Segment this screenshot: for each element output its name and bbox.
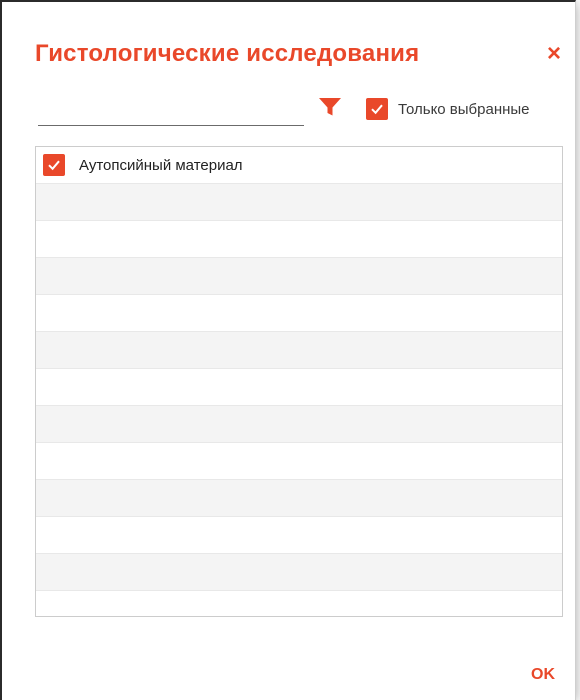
only-selected-checkbox[interactable] [366, 98, 388, 120]
empty-row [36, 406, 562, 443]
item-list: Аутопсийный материал [35, 146, 563, 617]
only-selected-label: Только выбранные [398, 100, 530, 118]
search-input[interactable] [38, 98, 304, 126]
empty-row [36, 184, 562, 221]
list-item[interactable]: Аутопсийный материал [36, 147, 562, 184]
only-selected-toggle[interactable]: Только выбранные [366, 98, 530, 120]
empty-row [36, 443, 562, 480]
checkmark-icon [371, 104, 383, 115]
list-item-label: Аутопсийный материал [79, 156, 243, 174]
close-button[interactable]: × [547, 40, 561, 68]
checkmark-icon [48, 160, 60, 171]
empty-row [36, 258, 562, 295]
empty-row [36, 554, 562, 591]
empty-row [36, 295, 562, 332]
dialog: Гистологические исследования × Только вы… [0, 0, 576, 700]
empty-row [36, 221, 562, 258]
empty-row [36, 517, 562, 554]
list-item-checkbox[interactable] [43, 154, 65, 176]
dialog-title: Гистологические исследования [35, 40, 420, 67]
empty-row [36, 480, 562, 517]
filter-icon[interactable] [318, 97, 342, 117]
empty-row [36, 591, 562, 616]
empty-row [36, 369, 562, 406]
empty-row [36, 332, 562, 369]
ok-button[interactable]: OK [531, 666, 555, 684]
